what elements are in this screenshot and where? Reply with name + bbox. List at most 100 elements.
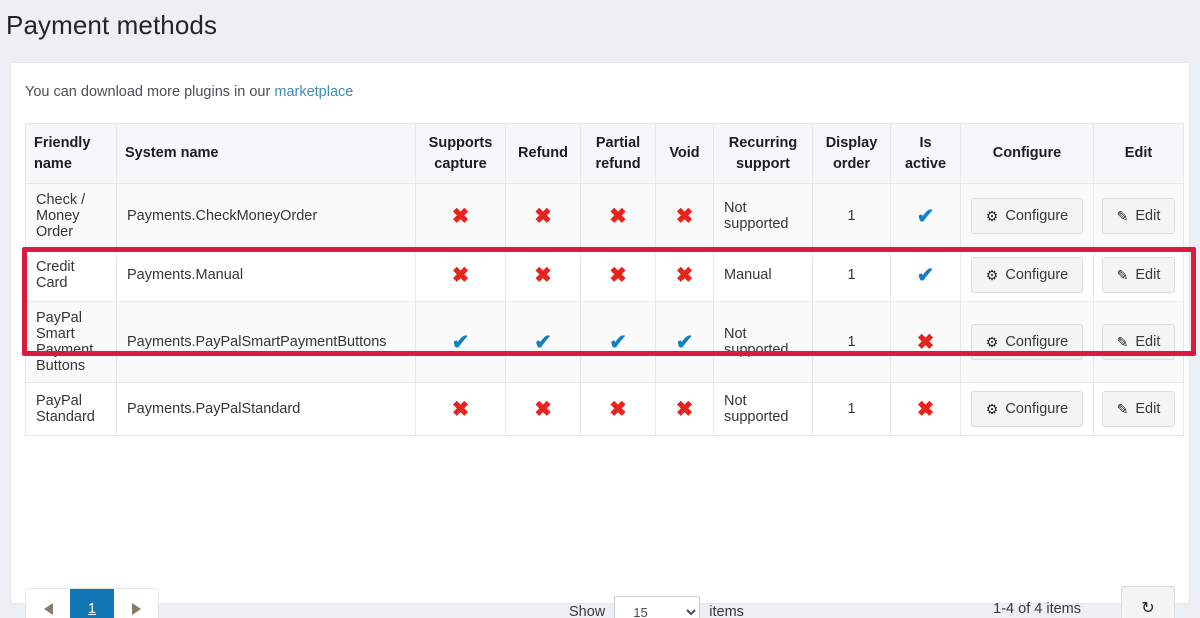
refresh-button[interactable]: ↻ — [1121, 586, 1175, 618]
page-size-select[interactable]: 15 — [614, 596, 700, 618]
cell-partial-refund: ✖ — [581, 249, 656, 302]
cross-icon: ✖ — [609, 399, 627, 420]
cell-is-active: ✔ — [891, 184, 961, 249]
cross-icon: ✖ — [534, 399, 552, 420]
gear-icon: ⚙ — [986, 402, 999, 416]
chevron-left-icon — [44, 603, 53, 615]
edit-button-label: Edit — [1135, 267, 1160, 283]
edit-button-label: Edit — [1135, 401, 1160, 417]
configure-button[interactable]: ⚙Configure — [971, 324, 1083, 360]
edit-button-label: Edit — [1135, 334, 1160, 350]
cell-partial-refund: ✖ — [581, 184, 656, 249]
column-header-refund[interactable]: Refund — [506, 124, 581, 184]
cell-void: ✖ — [656, 383, 714, 436]
column-header-recurring-support[interactable]: Recurring support — [714, 124, 813, 184]
column-header-edit: Edit — [1094, 124, 1184, 184]
cross-icon: ✖ — [452, 265, 470, 286]
column-header-void[interactable]: Void — [656, 124, 714, 184]
cell-friendly-name: Credit Card — [26, 249, 117, 302]
gear-icon: ⚙ — [986, 209, 999, 223]
pagination-page-1[interactable]: 1 — [70, 589, 114, 618]
cell-display-order: 1 — [813, 383, 891, 436]
cross-icon: ✖ — [534, 206, 552, 227]
table-row[interactable]: PayPal StandardPayments.PayPalStandard ✖ ✖… — [26, 383, 1184, 436]
column-header-system-name[interactable]: System name — [117, 124, 416, 184]
check-icon: ✔ — [917, 265, 935, 286]
pagination-next-button[interactable] — [114, 589, 158, 618]
check-icon: ✔ — [676, 332, 694, 353]
cell-void: ✖ — [656, 249, 714, 302]
cell-partial-refund: ✔ — [581, 302, 656, 383]
cell-supports-capture: ✖ — [416, 184, 506, 249]
items-summary: 1-4 of 4 items — [993, 601, 1081, 617]
page-root: Payment methods You can download more pl… — [0, 0, 1200, 618]
cell-configure: ⚙Configure — [961, 302, 1094, 383]
cross-icon: ✖ — [452, 399, 470, 420]
table-header-row: Friendly name System name Supports captu… — [26, 124, 1184, 184]
cell-edit: ✎ Edit — [1094, 302, 1184, 383]
cross-icon: ✖ — [917, 399, 935, 420]
notice-text: You can download more plugins in our — [25, 84, 274, 100]
cell-display-order: 1 — [813, 302, 891, 383]
page-size-control: Show 15 items — [569, 596, 744, 618]
pencil-icon: ✎ — [1117, 209, 1129, 223]
cell-recurring-support: Manual — [714, 249, 813, 302]
cell-system-name: Payments.PayPalSmartPaymentButtons — [117, 302, 416, 383]
gear-icon: ⚙ — [986, 268, 999, 282]
page-title: Payment methods — [0, 0, 1200, 42]
cell-refund: ✔ — [506, 302, 581, 383]
column-header-configure: Configure — [961, 124, 1094, 184]
pencil-icon: ✎ — [1117, 335, 1129, 349]
cell-system-name: Payments.PayPalStandard — [117, 383, 416, 436]
pencil-icon: ✎ — [1117, 402, 1129, 416]
payment-methods-card: You can download more plugins in our mar… — [10, 62, 1190, 604]
cell-friendly-name: Check / Money Order — [26, 184, 117, 249]
cross-icon: ✖ — [917, 332, 935, 353]
cell-configure: ⚙ Configure — [961, 184, 1094, 249]
cell-edit: ✎ Edit — [1094, 249, 1184, 302]
table-row[interactable]: Check / Money OrderPayments.CheckMoneyOr… — [26, 184, 1184, 249]
table-body: Check / Money OrderPayments.CheckMoneyOr… — [26, 184, 1184, 436]
edit-button[interactable]: ✎ Edit — [1102, 324, 1176, 360]
cell-friendly-name: PayPal Standard — [26, 383, 117, 436]
show-label: Show — [569, 604, 605, 618]
cell-edit: ✎ Edit — [1094, 184, 1184, 249]
cell-friendly-name: PayPal Smart Payment Buttons — [26, 302, 117, 383]
edit-button[interactable]: ✎ Edit — [1102, 257, 1176, 293]
pencil-icon: ✎ — [1117, 268, 1129, 282]
cross-icon: ✖ — [676, 265, 694, 286]
marketplace-link[interactable]: marketplace — [274, 84, 353, 100]
check-icon: ✔ — [534, 332, 552, 353]
configure-button[interactable]: ⚙ Configure — [971, 198, 1083, 234]
column-header-is-active[interactable]: Is active — [891, 124, 961, 184]
cell-configure: ⚙Configure — [961, 383, 1094, 436]
pagination-prev-button[interactable] — [26, 589, 70, 618]
edit-button[interactable]: ✎ Edit — [1102, 198, 1176, 234]
items-label: items — [709, 604, 744, 618]
cross-icon: ✖ — [676, 206, 694, 227]
column-header-display-order[interactable]: Display order — [813, 124, 891, 184]
cross-icon: ✖ — [609, 206, 627, 227]
configure-button-label: Configure — [1005, 208, 1068, 224]
configure-button[interactable]: ⚙Configure — [971, 391, 1083, 427]
table-row[interactable]: Credit CardPayments.Manual✖✖✖✖Manual1✔⚙C… — [26, 249, 1184, 302]
configure-button[interactable]: ⚙Configure — [971, 257, 1083, 293]
cross-icon: ✖ — [534, 265, 552, 286]
cross-icon: ✖ — [452, 206, 470, 227]
cell-refund: ✖ — [506, 249, 581, 302]
column-header-supports-capture[interactable]: Supports capture — [416, 124, 506, 184]
marketplace-notice: You can download more plugins in our mar… — [11, 63, 1189, 101]
column-header-friendly-name[interactable]: Friendly name — [26, 124, 117, 184]
chevron-right-icon — [132, 603, 141, 615]
table-head: Friendly name System name Supports captu… — [26, 124, 1184, 184]
cell-void: ✔ — [656, 302, 714, 383]
column-header-partial-refund[interactable]: Partial refund — [581, 124, 656, 184]
table-row[interactable]: PayPal Smart Payment ButtonsPayments.Pay… — [26, 302, 1184, 383]
pagination: 1 — [25, 588, 159, 618]
cell-supports-capture: ✔ — [416, 302, 506, 383]
edit-button[interactable]: ✎ Edit — [1102, 391, 1176, 427]
cell-is-active: ✖ — [891, 302, 961, 383]
cell-recurring-support: Not supported — [714, 383, 813, 436]
edit-button-label: Edit — [1135, 208, 1160, 224]
table-footer: 1 Show 15 items 1-4 of 4 items ↻ — [25, 582, 1177, 618]
